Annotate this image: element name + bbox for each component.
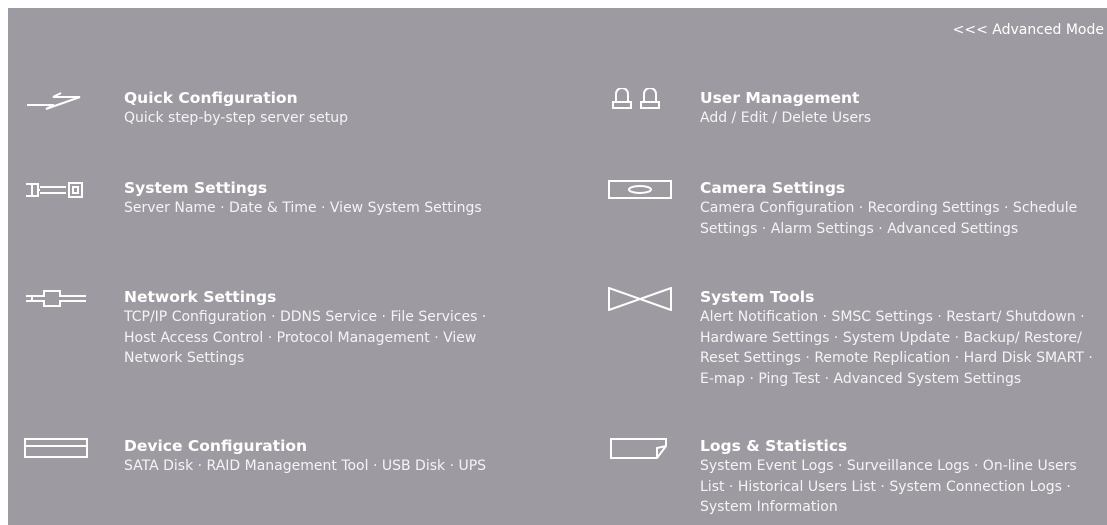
- item-title: Network Settings: [124, 288, 277, 306]
- menu-item-system-tools[interactable]: System Tools Alert Notification · SMSC S…: [608, 287, 1103, 417]
- item-description: Add / Edit / Delete Users: [700, 110, 872, 126]
- advanced-mode-link[interactable]: <<< Advanced Mode: [953, 22, 1104, 38]
- menu-item-user-management[interactable]: User Management Add / Edit / Delete User…: [608, 88, 1103, 132]
- item-description: Alert Notification · SMSC Settings · Res…: [700, 309, 1093, 387]
- item-title: Camera Settings: [700, 179, 846, 197]
- item-title: System Settings: [124, 179, 268, 197]
- item-title: System Tools: [700, 288, 815, 306]
- admin-panel: <<< Advanced Mode Quick Configuration Qu…: [8, 8, 1107, 525]
- item-title: User Management: [700, 89, 860, 107]
- item-title: Quick Configuration: [124, 89, 298, 107]
- item-description: Camera Configuration · Recording Setting…: [700, 200, 1078, 237]
- tools-icon: [608, 287, 674, 311]
- menu-item-device-configuration[interactable]: Device Configuration SATA Disk · RAID Ma…: [24, 436, 544, 500]
- users-icon: [608, 88, 664, 112]
- menu-item-system-settings[interactable]: System Settings Server Name · Date & Tim…: [24, 178, 544, 242]
- item-description: Quick step-by-step server setup: [124, 110, 349, 126]
- menu-item-network-settings[interactable]: Network Settings TCP/IP Configuration · …: [24, 287, 544, 373]
- log-card-icon: [610, 438, 672, 460]
- system-connector-icon: [24, 180, 90, 200]
- item-description: SATA Disk · RAID Management Tool · USB D…: [124, 458, 487, 474]
- camera-icon: [608, 180, 674, 200]
- item-description: TCP/IP Configuration · DDNS Service · Fi…: [124, 309, 487, 366]
- item-title: Logs & Statistics: [700, 437, 848, 455]
- menu-item-quick-configuration[interactable]: Quick Configuration Quick step-by-step s…: [24, 88, 544, 132]
- disk-drive-icon: [24, 438, 90, 460]
- lightning-icon: [24, 92, 84, 110]
- item-description: System Event Logs · Surveillance Logs · …: [700, 458, 1077, 515]
- item-title: Device Configuration: [124, 437, 308, 455]
- menu-item-logs-statistics[interactable]: Logs & Statistics System Event Logs · Su…: [608, 436, 1103, 522]
- item-description: Server Name · Date & Time · View System …: [124, 200, 482, 216]
- network-icon: [24, 287, 90, 309]
- menu-item-camera-settings[interactable]: Camera Settings Camera Configuration · R…: [608, 178, 1103, 264]
